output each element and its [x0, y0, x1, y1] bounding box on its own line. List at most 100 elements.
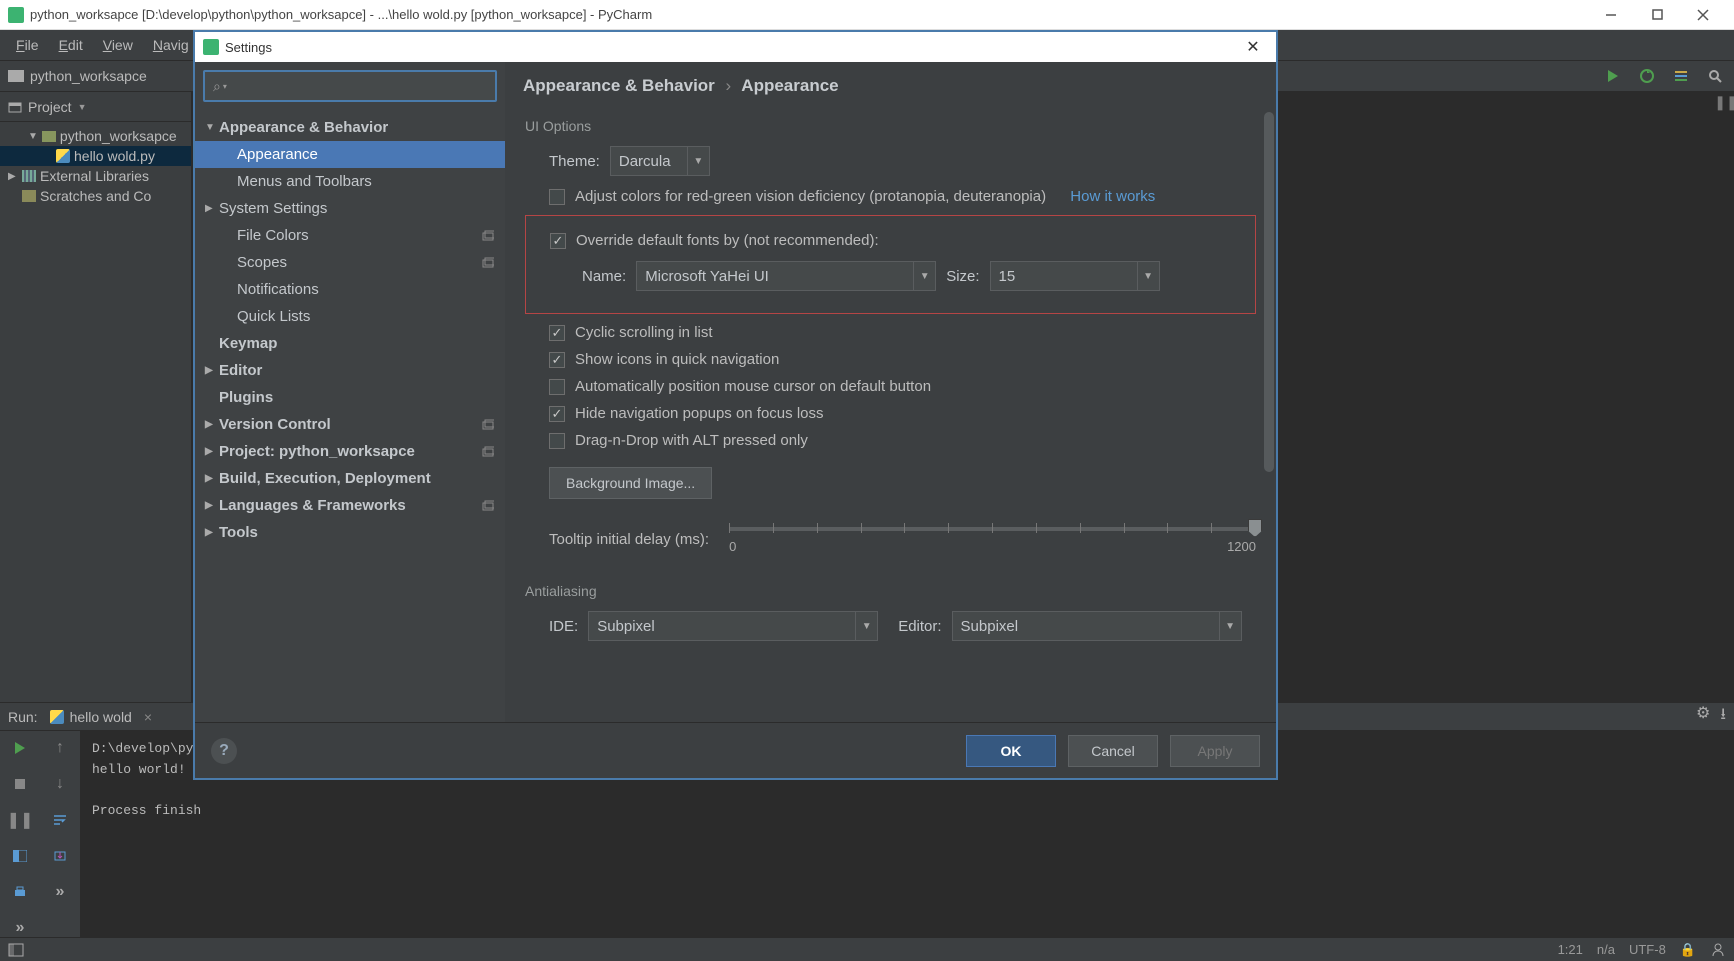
layout-icon[interactable]	[9, 845, 31, 867]
tree-file[interactable]: hello wold.py	[0, 146, 191, 166]
menu-navigate[interactable]: Navig	[145, 33, 197, 57]
pause-icon[interactable]: ❚❚	[9, 809, 31, 831]
settings-panel: UI Options Theme: Darcula ▼ Adjust color…	[505, 110, 1276, 722]
hide-nav-checkbox[interactable]	[549, 406, 565, 422]
pause-icon[interactable]: ❚❚	[1714, 94, 1734, 111]
structure-icon[interactable]	[1670, 65, 1692, 87]
chevron-right-icon: ▶	[205, 446, 219, 457]
lock-icon[interactable]: 🔒	[1680, 942, 1696, 958]
pycharm-icon	[8, 7, 24, 23]
export-icon[interactable]	[49, 845, 71, 867]
cat-version-control[interactable]: ▶Version Control	[195, 411, 505, 438]
main-titlebar: python_worksapce [D:\develop\python\pyth…	[0, 0, 1734, 30]
menu-edit[interactable]: Edit	[51, 33, 91, 57]
cat-lang[interactable]: ▶Languages & Frameworks	[195, 492, 505, 519]
stop-icon[interactable]	[9, 773, 31, 795]
run-tab[interactable]: hello wold ×	[50, 709, 152, 725]
status-right: 1:21 n/a UTF-8 🔒	[1558, 942, 1726, 958]
cancel-button[interactable]: Cancel	[1068, 735, 1158, 767]
down-icon[interactable]: ↓	[49, 773, 71, 795]
theme-label: Theme:	[549, 153, 600, 170]
more-icon[interactable]: »	[49, 881, 71, 903]
cat-build[interactable]: ▶Build, Execution, Deployment	[195, 465, 505, 492]
cat-appearance-behavior[interactable]: ▼Appearance & Behavior	[195, 114, 505, 141]
chevron-down-icon: ▼	[78, 102, 87, 112]
minimize-button[interactable]	[1588, 0, 1634, 30]
cyclic-checkbox[interactable]	[549, 325, 565, 341]
help-button[interactable]: ?	[211, 738, 237, 764]
settings-search[interactable]: ⌕ ▾	[203, 70, 497, 102]
editor-aa-combo[interactable]: Subpixel ▼	[952, 611, 1242, 641]
menu-file[interactable]: File	[8, 33, 47, 57]
status-bar: 1:21 n/a UTF-8 🔒	[0, 937, 1734, 961]
search-icon[interactable]	[1704, 65, 1726, 87]
printer-icon[interactable]	[9, 881, 31, 903]
breadcrumb-label: python_worksapce	[30, 68, 147, 84]
antialiasing-row: IDE: Subpixel ▼ Editor: Subpixel ▼	[549, 611, 1256, 641]
status-encoding[interactable]: UTF-8	[1629, 942, 1666, 957]
tree-label: hello wold.py	[74, 148, 155, 164]
override-fonts-checkbox[interactable]	[550, 233, 566, 249]
tree-external[interactable]: ▶ External Libraries	[0, 166, 191, 186]
hide-nav-row: Hide navigation popups on focus loss	[549, 405, 1256, 422]
tooltip-slider[interactable]: 0 1200	[729, 519, 1256, 559]
cat-system-settings[interactable]: ▶System Settings	[195, 195, 505, 222]
cat-scopes[interactable]: Scopes	[195, 249, 505, 276]
font-size-combo[interactable]: 15 ▼	[990, 261, 1160, 291]
update-icon[interactable]	[1636, 65, 1658, 87]
gear-icon[interactable]: ⚙	[1696, 703, 1710, 730]
maximize-button[interactable]	[1634, 0, 1680, 30]
breadcrumb[interactable]: python_worksapce	[8, 68, 147, 84]
tree-label: Scratches and Co	[40, 188, 151, 204]
theme-combo[interactable]: Darcula ▼	[610, 146, 710, 176]
run-icon[interactable]	[1602, 65, 1624, 87]
status-insert[interactable]: n/a	[1597, 942, 1615, 957]
window-title: python_worksapce [D:\develop\python\pyth…	[30, 7, 1588, 22]
chevron-right-icon: ▶	[205, 419, 219, 430]
project-icon	[8, 100, 22, 114]
project-badge-icon	[481, 499, 495, 513]
up-icon[interactable]: ↑	[49, 737, 71, 759]
auto-mouse-checkbox[interactable]	[549, 379, 565, 395]
background-image-button[interactable]: Background Image...	[549, 467, 712, 499]
cat-plugins[interactable]: Plugins	[195, 384, 505, 411]
apply-button[interactable]: Apply	[1170, 735, 1260, 767]
cat-editor[interactable]: ▶Editor	[195, 357, 505, 384]
wrap-icon[interactable]	[49, 809, 71, 831]
scratches-icon	[22, 190, 36, 202]
chevron-right-icon: ›	[726, 76, 732, 95]
drag-drop-checkbox[interactable]	[549, 433, 565, 449]
scrollbar[interactable]	[1264, 112, 1274, 472]
cat-quick-lists[interactable]: Quick Lists	[195, 303, 505, 330]
menu-view[interactable]: View	[95, 33, 141, 57]
cat-appearance[interactable]: Appearance	[195, 141, 505, 168]
chevron-down-icon: ▼	[855, 612, 877, 640]
ide-aa-combo[interactable]: Subpixel ▼	[588, 611, 878, 641]
rerun-icon[interactable]	[9, 737, 31, 759]
hector-icon[interactable]	[1710, 942, 1726, 958]
cat-keymap[interactable]: Keymap	[195, 330, 505, 357]
close-icon[interactable]: ×	[144, 709, 152, 725]
cat-notifications[interactable]: Notifications	[195, 276, 505, 303]
ok-button[interactable]: OK	[966, 735, 1056, 767]
show-icons-checkbox[interactable]	[549, 352, 565, 368]
cat-file-colors[interactable]: File Colors	[195, 222, 505, 249]
close-icon[interactable]: ✕	[1238, 37, 1268, 57]
how-it-works-link[interactable]: How it works	[1070, 188, 1155, 205]
chevron-down-icon: ▼	[1137, 262, 1159, 290]
font-name-combo[interactable]: Microsoft YaHei UI ▼	[636, 261, 936, 291]
cat-tools[interactable]: ▶Tools	[195, 519, 505, 546]
tree-scratches[interactable]: Scratches and Co	[0, 186, 191, 206]
download-icon[interactable]: ⭳	[1720, 703, 1726, 730]
more-icon[interactable]: »	[9, 917, 31, 939]
tree-root[interactable]: ▼ python_worksapce	[0, 126, 191, 146]
adjust-colors-checkbox[interactable]	[549, 189, 565, 205]
cat-project[interactable]: ▶Project: python_worksapce	[195, 438, 505, 465]
close-button[interactable]	[1680, 0, 1726, 30]
ide-aa-label: IDE:	[549, 618, 578, 635]
cat-menus-toolbars[interactable]: Menus and Toolbars	[195, 168, 505, 195]
status-position[interactable]: 1:21	[1558, 942, 1583, 957]
project-header[interactable]: Project ▼	[0, 92, 191, 122]
toolwindows-icon[interactable]	[8, 943, 24, 957]
run-toolbar: ⚙ ⭳	[1696, 703, 1726, 730]
